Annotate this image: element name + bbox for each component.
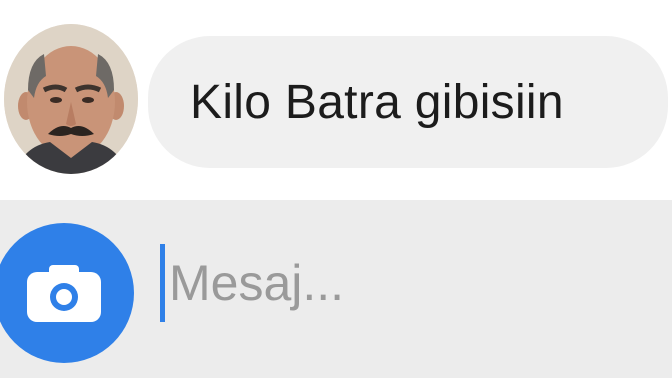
message-text: Kilo Batra gibisiin xyxy=(190,75,564,129)
avatar[interactable] xyxy=(4,24,138,174)
message-input[interactable] xyxy=(169,254,629,312)
camera-icon xyxy=(27,265,101,322)
camera-button[interactable] xyxy=(0,223,134,363)
message-bubble[interactable]: Kilo Batra gibisiin xyxy=(148,36,668,168)
text-cursor xyxy=(160,244,165,322)
avatar-portrait xyxy=(4,24,138,174)
message-input-wrapper[interactable] xyxy=(160,238,660,328)
message-row: Kilo Batra gibisiin xyxy=(0,0,672,200)
